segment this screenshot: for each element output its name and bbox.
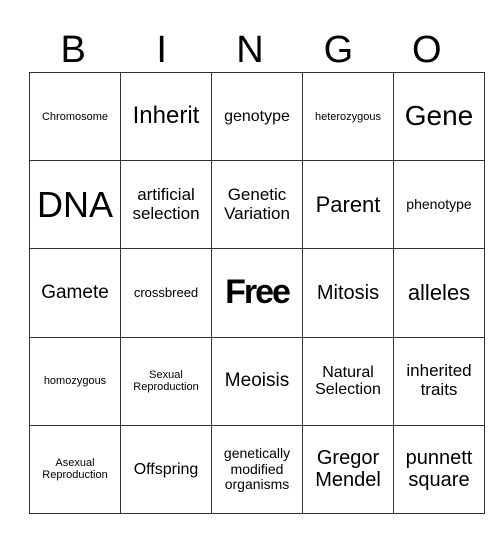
bingo-cell[interactable]: Gamete — [29, 248, 121, 338]
bingo-cell[interactable]: genotype — [211, 71, 303, 162]
bingo-cell[interactable]: Mitosis — [302, 248, 394, 338]
bingo-cell[interactable]: inherited traits — [393, 336, 485, 426]
header-letter-g: G — [323, 29, 354, 71]
bingo-cell[interactable]: Gregor Mendel — [302, 424, 394, 515]
header-letter-i: I — [156, 29, 167, 71]
bingo-cell[interactable]: heterozygous — [302, 71, 394, 162]
bingo-cell[interactable]: homozygous — [29, 336, 121, 426]
header-letter-n: N — [236, 29, 264, 71]
bingo-cell[interactable]: Chromosome — [29, 71, 121, 162]
grid-row: Gamete crossbreed Free Mitosis alleles — [29, 248, 485, 338]
bingo-cell[interactable]: genetically modified organisms — [211, 424, 303, 515]
bingo-cell[interactable]: Natural Selection — [302, 336, 394, 426]
grid-row: DNA artificial selection Genetic Variati… — [29, 160, 485, 250]
bingo-cell[interactable]: Meoisis — [211, 336, 303, 426]
header-letter-b: B — [60, 29, 86, 71]
bingo-cell[interactable]: Gene — [393, 71, 485, 162]
grid-row: Chromosome Inherit genotype heterozygous… — [29, 71, 485, 162]
bingo-cell[interactable]: Offspring — [120, 424, 212, 515]
bingo-cell[interactable]: artificial selection — [120, 160, 212, 250]
bingo-header: B I N G O — [29, 28, 471, 72]
grid-row: Asexual Reproduction Offspring genetical… — [29, 424, 485, 515]
bingo-cell[interactable]: Asexual Reproduction — [29, 424, 121, 515]
bingo-cell[interactable]: crossbreed — [120, 248, 212, 338]
bingo-cell[interactable]: Inherit — [120, 71, 212, 162]
bingo-cell[interactable]: DNA — [29, 160, 121, 250]
bingo-cell[interactable]: phenotype — [393, 160, 485, 250]
bingo-cell[interactable]: Parent — [302, 160, 394, 250]
bingo-grid: Chromosome Inherit genotype heterozygous… — [29, 71, 485, 515]
grid-row: homozygous Sexual Reproduction Meoisis N… — [29, 336, 485, 426]
bingo-cell[interactable]: Genetic Variation — [211, 160, 303, 250]
bingo-cell[interactable]: Sexual Reproduction — [120, 336, 212, 426]
bingo-cell[interactable]: punnett square — [393, 424, 485, 515]
bingo-cell[interactable]: alleles — [393, 248, 485, 338]
free-space-cell[interactable]: Free — [211, 248, 303, 338]
header-letter-o: O — [412, 29, 442, 71]
